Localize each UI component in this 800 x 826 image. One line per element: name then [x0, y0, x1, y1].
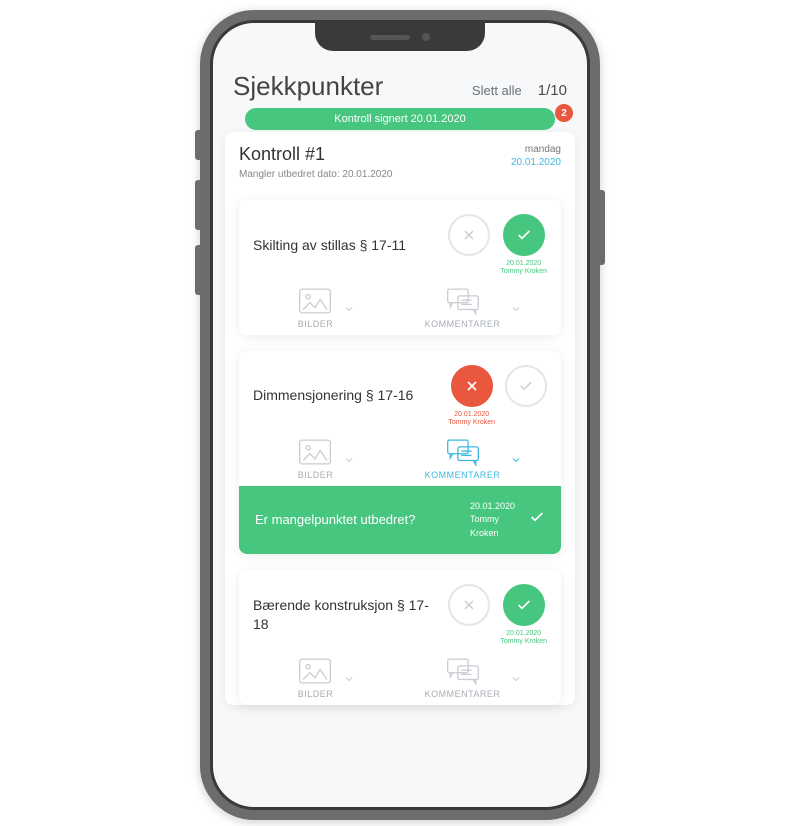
control-day: mandag: [511, 144, 561, 155]
image-icon: [298, 438, 332, 466]
chevron-down-icon: [343, 302, 355, 314]
check-icon: [518, 378, 534, 394]
images-label: BILDER: [298, 689, 334, 699]
control-header: Kontroll #1 Mangler utbedret dato: 20.01…: [239, 144, 561, 180]
check-icon: [516, 227, 532, 243]
fail-button[interactable]: [448, 214, 490, 256]
sign-info: 20.01.2020Tommy Kroken: [500, 630, 547, 647]
signed-banner-wrap: Kontroll signert 20.01.2020 2: [225, 108, 575, 130]
comments-toggle[interactable]: KOMMENTARER: [400, 657, 547, 699]
control-title: Kontroll #1: [239, 144, 392, 165]
chevron-down-icon: [343, 672, 355, 684]
app-screen: Sjekkpunkter Slett alle 1/10 Kontroll si…: [213, 23, 587, 807]
control-date: 20.01.2020: [511, 157, 561, 168]
checkpoint-item: Skilting av stillas § 17-11: [239, 200, 561, 335]
comment-icon: [446, 287, 480, 315]
signed-banner: Kontroll signert 20.01.2020: [245, 108, 555, 130]
x-icon: [461, 597, 477, 613]
sign-info: 20.01.2020Tommy Kroken: [500, 260, 547, 277]
comments-label: KOMMENTARER: [425, 689, 501, 699]
fix-question-text: Er mangelpunktet utbedret?: [255, 511, 456, 529]
image-icon: [298, 287, 332, 315]
images-toggle[interactable]: BILDER: [253, 287, 400, 329]
checkpoint-title: Bærende konstruksjon § 17-18: [253, 596, 440, 635]
page-counter: 1/10: [538, 82, 567, 99]
checkpoint-title: Skilting av stillas § 17-11: [253, 236, 440, 256]
image-icon: [298, 657, 332, 685]
phone-frame: Sjekkpunkter Slett alle 1/10 Kontroll si…: [200, 10, 600, 820]
volume-down-button: [195, 245, 200, 295]
phone-notch: [315, 23, 485, 51]
pass-button[interactable]: [503, 214, 545, 256]
comment-icon: [446, 438, 480, 466]
sign-info: 20.01.2020Tommy Kroken: [448, 411, 495, 428]
comments-label: KOMMENTARER: [425, 319, 501, 329]
fix-info: 20.01.2020TommyKroken: [470, 500, 515, 541]
volume-up-button: [195, 180, 200, 230]
control-subtitle: Mangler utbedret dato: 20.01.2020: [239, 169, 392, 180]
pass-button[interactable]: [505, 365, 547, 407]
chevron-down-icon: [510, 302, 522, 314]
images-label: BILDER: [298, 319, 334, 329]
images-toggle[interactable]: BILDER: [253, 657, 400, 699]
images-toggle[interactable]: BILDER: [253, 438, 400, 480]
x-icon: [464, 378, 480, 394]
comments-label: KOMMENTARER: [425, 470, 501, 480]
chevron-down-icon: [510, 453, 522, 465]
checkpoint-item: Dimmensjonering § 17-16 20.01.2020Tommy …: [239, 351, 561, 554]
check-icon: [529, 509, 545, 525]
images-label: BILDER: [298, 470, 334, 480]
chevron-down-icon: [343, 453, 355, 465]
notification-badge[interactable]: 2: [555, 104, 573, 122]
fix-confirm-button[interactable]: [529, 509, 545, 530]
control-card: Kontroll #1 Mangler utbedret dato: 20.01…: [225, 132, 575, 705]
check-icon: [516, 597, 532, 613]
page-header: Sjekkpunkter Slett alle 1/10: [225, 67, 575, 108]
fail-button[interactable]: [448, 584, 490, 626]
fail-button[interactable]: [451, 365, 493, 407]
pass-button[interactable]: [503, 584, 545, 626]
x-icon: [461, 227, 477, 243]
power-button: [600, 190, 605, 265]
checkpoint-item: Bærende konstruksjon § 17-18: [239, 570, 561, 705]
page-title: Sjekkpunkter: [233, 71, 383, 102]
side-button: [195, 130, 200, 160]
fix-question-bar[interactable]: Er mangelpunktet utbedret? 20.01.2020Tom…: [239, 486, 561, 555]
delete-all-button[interactable]: Slett alle: [472, 83, 522, 98]
comment-icon: [446, 657, 480, 685]
chevron-down-icon: [510, 672, 522, 684]
comments-toggle[interactable]: KOMMENTARER: [400, 438, 547, 480]
comments-toggle[interactable]: KOMMENTARER: [400, 287, 547, 329]
checkpoint-title: Dimmensjonering § 17-16: [253, 386, 440, 406]
